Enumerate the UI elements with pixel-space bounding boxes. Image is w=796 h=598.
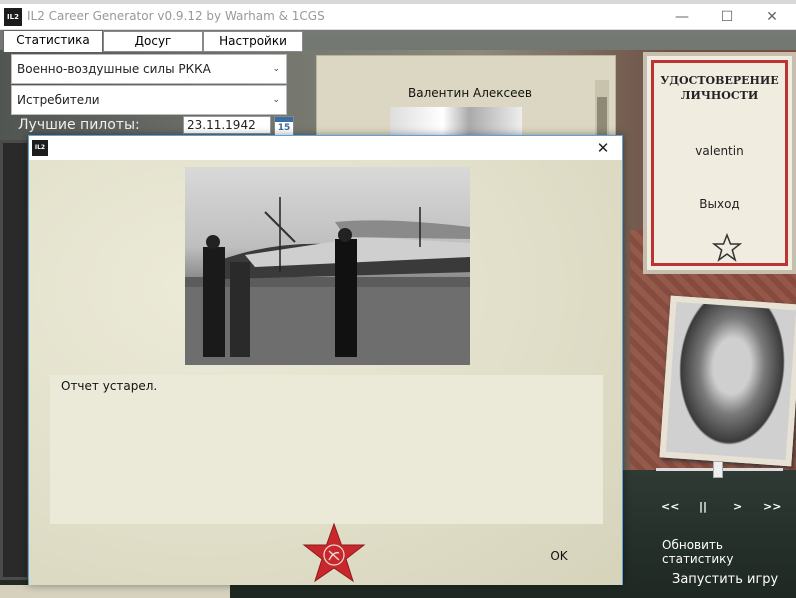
username: valentin — [695, 144, 744, 158]
prev-track-button[interactable]: << — [661, 500, 679, 513]
ok-button[interactable]: OK — [539, 546, 579, 566]
date-input[interactable]: 23.11.1942 — [183, 116, 271, 134]
bottom-strip — [0, 585, 230, 598]
pause-button[interactable]: || — [699, 500, 707, 513]
dialog-close-button[interactable]: ✕ — [590, 136, 616, 160]
dialog-logo-icon: IL2 — [32, 140, 48, 156]
portrait-image — [665, 301, 796, 461]
tab-statistics[interactable]: Статистика — [3, 30, 103, 52]
next-track-button[interactable]: > — [733, 500, 742, 513]
id-card-title: УДОСТОВЕРЕНИЕ ЛИЧНОСТИ — [660, 74, 779, 102]
pilot-name[interactable]: Валентин Алексеев — [370, 86, 570, 100]
aircraft-photo-image — [185, 197, 470, 365]
list-scrollbar-thumb[interactable] — [597, 97, 607, 137]
tab-settings[interactable]: Настройки — [203, 31, 303, 52]
red-star-icon — [302, 523, 366, 583]
id-card: УДОСТОВЕРЕНИЕ ЛИЧНОСТИ valentin Выход — [643, 52, 796, 274]
exit-button[interactable]: Выход — [654, 197, 785, 211]
report-dialog: IL2 ✕ Отчет устарел. OK — [28, 135, 623, 585]
dialog-body: Отчет устарел. OK — [29, 160, 622, 585]
report-box: Отчет устарел. — [50, 375, 603, 524]
report-photo — [185, 167, 470, 365]
minimize-button[interactable]: — — [667, 6, 697, 28]
chevron-down-icon: ⌄ — [272, 64, 280, 74]
window-titlebar[interactable]: IL2 IL2 Career Generator v0.9.12 by Warh… — [0, 4, 796, 30]
tab-leisure[interactable]: Досуг — [103, 31, 203, 52]
main-tabs: Статистика Досуг Настройки — [0, 30, 304, 52]
refresh-stats-button[interactable]: Обновить статистику — [662, 538, 796, 566]
branch-select[interactable]: Истребители ⌄ — [11, 85, 287, 115]
air-force-select[interactable]: Военно-воздушные силы РККА ⌄ — [11, 54, 287, 84]
volume-slider-thumb[interactable] — [713, 461, 723, 478]
portrait-frame — [659, 295, 796, 467]
app-logo-icon: IL2 — [4, 8, 22, 26]
air-force-value: Военно-воздушные силы РККА — [17, 62, 211, 76]
maximize-button[interactable]: ☐ — [712, 6, 742, 28]
best-pilots-label: Лучшие пилоты: — [18, 117, 140, 133]
id-card-border: УДОСТОВЕРЕНИЕ ЛИЧНОСТИ valentin Выход — [651, 60, 788, 266]
fast-forward-button[interactable]: >> — [763, 500, 781, 513]
report-text: Отчет устарел. — [61, 379, 158, 393]
launch-game-button[interactable]: Запустить игру — [672, 572, 778, 587]
chevron-down-icon: ⌄ — [272, 95, 280, 105]
star-icon — [712, 233, 742, 262]
left-frame — [0, 140, 30, 580]
calendar-day: 15 — [277, 123, 291, 133]
app-screen: IL2 IL2 Career Generator v0.9.12 by Warh… — [0, 0, 796, 598]
dialog-titlebar[interactable]: IL2 ✕ — [29, 136, 622, 160]
window-title: IL2 Career Generator v0.9.12 by Warham &… — [27, 9, 325, 23]
branch-value: Истребители — [17, 93, 100, 107]
close-button[interactable]: ✕ — [757, 6, 787, 28]
calendar-button[interactable]: 15 — [274, 116, 294, 136]
